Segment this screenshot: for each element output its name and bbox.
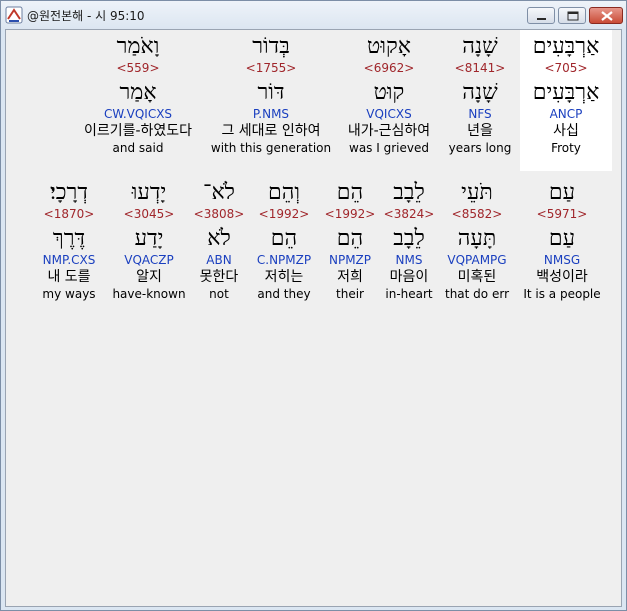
morph-code: VQACZP	[124, 253, 174, 267]
english-gloss: It is a people	[523, 287, 601, 301]
strong-number[interactable]: <3808>	[189, 206, 249, 222]
word-card[interactable]: עַם <5971> עַם NMSG 백성이라 It is a people	[519, 176, 605, 302]
english-gloss: have-known	[112, 287, 186, 301]
korean-gloss: 못한다	[199, 269, 239, 285]
korean-gloss: 사십	[553, 123, 579, 139]
strong-number[interactable]: <6962>	[329, 60, 449, 76]
lemma-word: לֵבָב	[393, 226, 425, 251]
english-gloss: their	[336, 287, 364, 301]
korean-gloss: 이르기를-하였도다	[83, 123, 193, 139]
hebrew-word: בְּדוֹר	[252, 34, 290, 59]
word-card[interactable]: אַרְבָּעִים <705> אַרְבָּעִים ANCP 사십 Fr…	[520, 30, 612, 171]
english-gloss: Froty	[551, 141, 581, 155]
lemma-word: דּוֹר	[257, 80, 285, 105]
strong-number[interactable]: <1755>	[208, 60, 334, 76]
morph-code: NMP.CXS	[42, 253, 96, 267]
hebrew-word: לֵבָב	[393, 180, 425, 205]
hebrew-word: תֹּעֵי	[461, 180, 493, 205]
word-card[interactable]: תֹּעֵי <8582> תָּעָה VQPAMPG 미혹된 that do…	[437, 176, 517, 302]
word-card[interactable]: וְהֵם <1992> הֵם C.NPMZP 저히는 and they	[252, 176, 316, 302]
word-card[interactable]: לֹא־ <3808> לֹא ABN 못한다 not	[189, 176, 249, 302]
morph-code: VQPAMPG	[447, 253, 507, 267]
english-gloss: with this generation	[210, 141, 332, 155]
strong-number[interactable]: <8582>	[437, 206, 517, 222]
english-gloss: in-heart	[385, 287, 433, 301]
maximize-icon	[567, 11, 579, 21]
english-gloss: my ways	[42, 287, 96, 301]
english-gloss: that do err	[445, 287, 509, 301]
morph-code: VQICXS	[366, 107, 412, 121]
close-icon	[601, 11, 613, 21]
korean-gloss: 백성이라	[536, 269, 588, 285]
morph-code: NMSG	[543, 253, 581, 267]
hebrew-word: וְהֵם	[267, 180, 300, 205]
hebrew-word: יָדְעוּ	[131, 180, 167, 205]
strong-number[interactable]: <1870>	[31, 206, 107, 222]
korean-gloss: 그 세대로 인하여	[221, 123, 321, 139]
app-logo-icon	[5, 6, 23, 24]
minimize-button[interactable]	[527, 7, 555, 24]
lemma-word: לֹא	[207, 226, 231, 251]
morph-code: CW.VQICXS	[103, 107, 173, 121]
korean-gloss: 내가-근심하여	[347, 123, 431, 139]
morph-code: C.NPMZP	[256, 253, 312, 267]
english-gloss: not	[209, 287, 229, 301]
lemma-word: דֶּרֶךְ	[52, 226, 86, 251]
window-title: @원전본해 - 시 95:10	[27, 9, 145, 23]
hebrew-word: עַם	[548, 180, 576, 205]
korean-gloss: 미혹된	[457, 269, 497, 285]
strong-number[interactable]: <1992>	[252, 206, 316, 222]
lemma-word: הֵם	[336, 226, 364, 251]
hebrew-word: הֵם	[336, 180, 364, 205]
korean-gloss: 알지	[136, 269, 162, 285]
strong-number[interactable]: <3045>	[111, 206, 187, 222]
hebrew-word: אָקוּט	[367, 34, 411, 59]
hebrew-word: וָאֹמַר	[116, 34, 160, 59]
minimize-icon	[537, 18, 546, 20]
english-gloss: was I grieved	[349, 141, 429, 155]
korean-gloss: 저히는	[264, 269, 304, 285]
morph-code: NMS	[395, 253, 423, 267]
lemma-word: אַרְבָּעִים	[532, 80, 600, 105]
title-bar[interactable]: @원전본해 - 시 95:10	[1, 1, 626, 29]
lemma-word: תָּעָה	[457, 226, 497, 251]
lemma-word: יָדַע	[134, 226, 164, 251]
korean-gloss: 저희	[337, 269, 363, 285]
word-card[interactable]: הֵם <1992> הֵם NPMZP 저희 their	[322, 176, 378, 302]
strong-number[interactable]: <1992>	[322, 206, 378, 222]
strong-number[interactable]: <705>	[520, 60, 612, 76]
lemma-word: קוּט	[373, 80, 405, 105]
hebrew-word: אַרְבָּעִים	[532, 34, 600, 59]
morph-code: P.NMS	[252, 107, 290, 121]
word-card[interactable]: לֵבָב <3824> לֵבָב NMS 마음이 in-heart	[379, 176, 439, 302]
morph-code: ABN	[206, 253, 232, 267]
word-card[interactable]: דְרָכָי׃ <1870> דֶּרֶךְ NMP.CXS 내 도를 my …	[31, 176, 107, 302]
lemma-word: הֵם	[270, 226, 298, 251]
close-button[interactable]	[589, 7, 623, 24]
word-card[interactable]: יָדְעוּ <3045> יָדַע VQACZP 알지 have-know…	[111, 176, 187, 302]
maximize-button[interactable]	[558, 7, 586, 24]
app-window: @원전본해 - 시 95:10 אַרְבָּעִים <705> אַרְבָ…	[0, 0, 627, 611]
korean-gloss: 마음이	[389, 269, 429, 285]
lemma-word: אָמַר	[119, 80, 157, 105]
word-card[interactable]: וָאֹמַר <559> אָמַר CW.VQICXS 이르기를-하였도다 …	[73, 30, 203, 156]
morph-code: NPMZP	[328, 253, 372, 267]
word-card[interactable]: אָקוּט <6962> קוּט VQICXS 내가-근심하여 was I …	[329, 30, 449, 156]
strong-number[interactable]: <559>	[73, 60, 203, 76]
word-card[interactable]: בְּדוֹר <1755> דּוֹר P.NMS 그 세대로 인하여 wit…	[208, 30, 334, 156]
korean-gloss: 내 도를	[47, 269, 91, 285]
english-gloss: and said	[112, 141, 164, 155]
strong-number[interactable]: <3824>	[379, 206, 439, 222]
hebrew-word: לֹא־	[203, 180, 235, 205]
morph-code: ANCP	[549, 107, 583, 121]
hebrew-word: דְרָכָי׃	[50, 180, 88, 205]
interlinear-panel: אַרְבָּעִים <705> אַרְבָּעִים ANCP 사십 Fr…	[5, 29, 622, 607]
english-gloss: and they	[257, 287, 311, 301]
strong-number[interactable]: <5971>	[519, 206, 605, 222]
lemma-word: עַם	[548, 226, 576, 251]
